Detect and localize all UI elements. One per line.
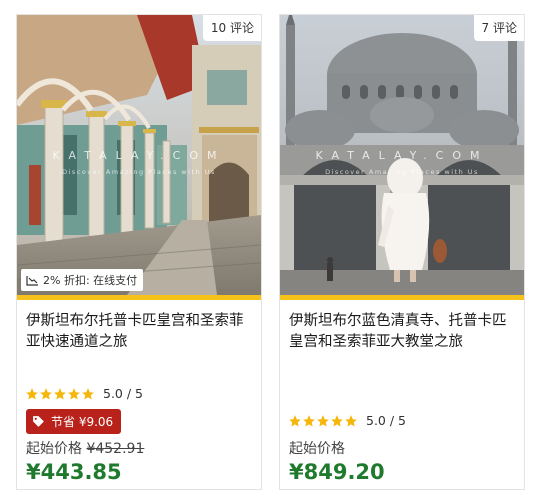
price-label: 起始价格 — [289, 441, 345, 457]
watermark: KATALAY.COM — [52, 149, 226, 162]
price-label-row: 起始价格 ¥452.91 — [26, 438, 144, 458]
star-icon — [289, 414, 301, 427]
star-icon — [303, 414, 315, 427]
star-icon — [317, 414, 329, 427]
watermark-subtitle: Discover Amazing Places with Us — [62, 168, 216, 176]
star-icon — [40, 387, 52, 400]
rating: 5.0 / 5 — [288, 413, 406, 428]
star-icon — [68, 387, 80, 400]
current-price: ¥849.20 — [289, 460, 385, 484]
tour-title[interactable]: 伊斯坦布尔托普卡匹皇宫和圣索菲亚快速通道之旅 — [26, 311, 256, 353]
accent-bar — [280, 295, 524, 300]
savings-badge: 节省 ¥9.06 — [26, 409, 122, 434]
tour-title[interactable]: 伊斯坦布尔蓝色清真寺、托普卡匹皇宫和圣索菲亚大教堂之旅 — [289, 311, 519, 353]
star-icon — [26, 387, 38, 400]
accent-bar — [17, 295, 261, 300]
tour-photo[interactable]: KATALAY.COM Discover Amazing Places with… — [280, 15, 524, 295]
payment-discount-badge: 2% 折扣: 在线支付 — [21, 269, 144, 291]
savings-text: 节省 ¥9.06 — [51, 415, 114, 429]
star-icon — [345, 414, 357, 427]
watermark: KATALAY.COM — [315, 149, 489, 162]
star-icon — [82, 387, 94, 400]
star-icon — [54, 387, 66, 400]
review-count-badge[interactable]: 10 评论 — [202, 15, 261, 41]
star-rating — [288, 414, 358, 428]
star-icon — [331, 414, 343, 427]
rating: 5.0 / 5 — [25, 386, 143, 401]
tour-photo[interactable]: KATALAY.COM Discover Amazing Places with… — [17, 15, 261, 295]
tag-icon — [32, 415, 45, 428]
price-label-row: 起始价格 — [289, 438, 345, 458]
payment-discount-text: 2% 折扣: 在线支付 — [43, 274, 138, 287]
chart-down-icon — [26, 275, 39, 286]
current-price: ¥443.85 — [26, 460, 122, 484]
rating-value: 5.0 / 5 — [366, 413, 406, 428]
rating-value: 5.0 / 5 — [103, 386, 143, 401]
original-price: ¥452.91 — [86, 441, 145, 457]
tour-card[interactable]: KATALAY.COM Discover Amazing Places with… — [16, 14, 262, 490]
star-rating — [25, 387, 95, 401]
tour-card[interactable]: KATALAY.COM Discover Amazing Places with… — [279, 14, 525, 490]
review-count-badge[interactable]: 7 评论 — [473, 15, 524, 41]
price-label: 起始价格 — [26, 441, 82, 457]
watermark-subtitle: Discover Amazing Places with Us — [325, 168, 479, 176]
